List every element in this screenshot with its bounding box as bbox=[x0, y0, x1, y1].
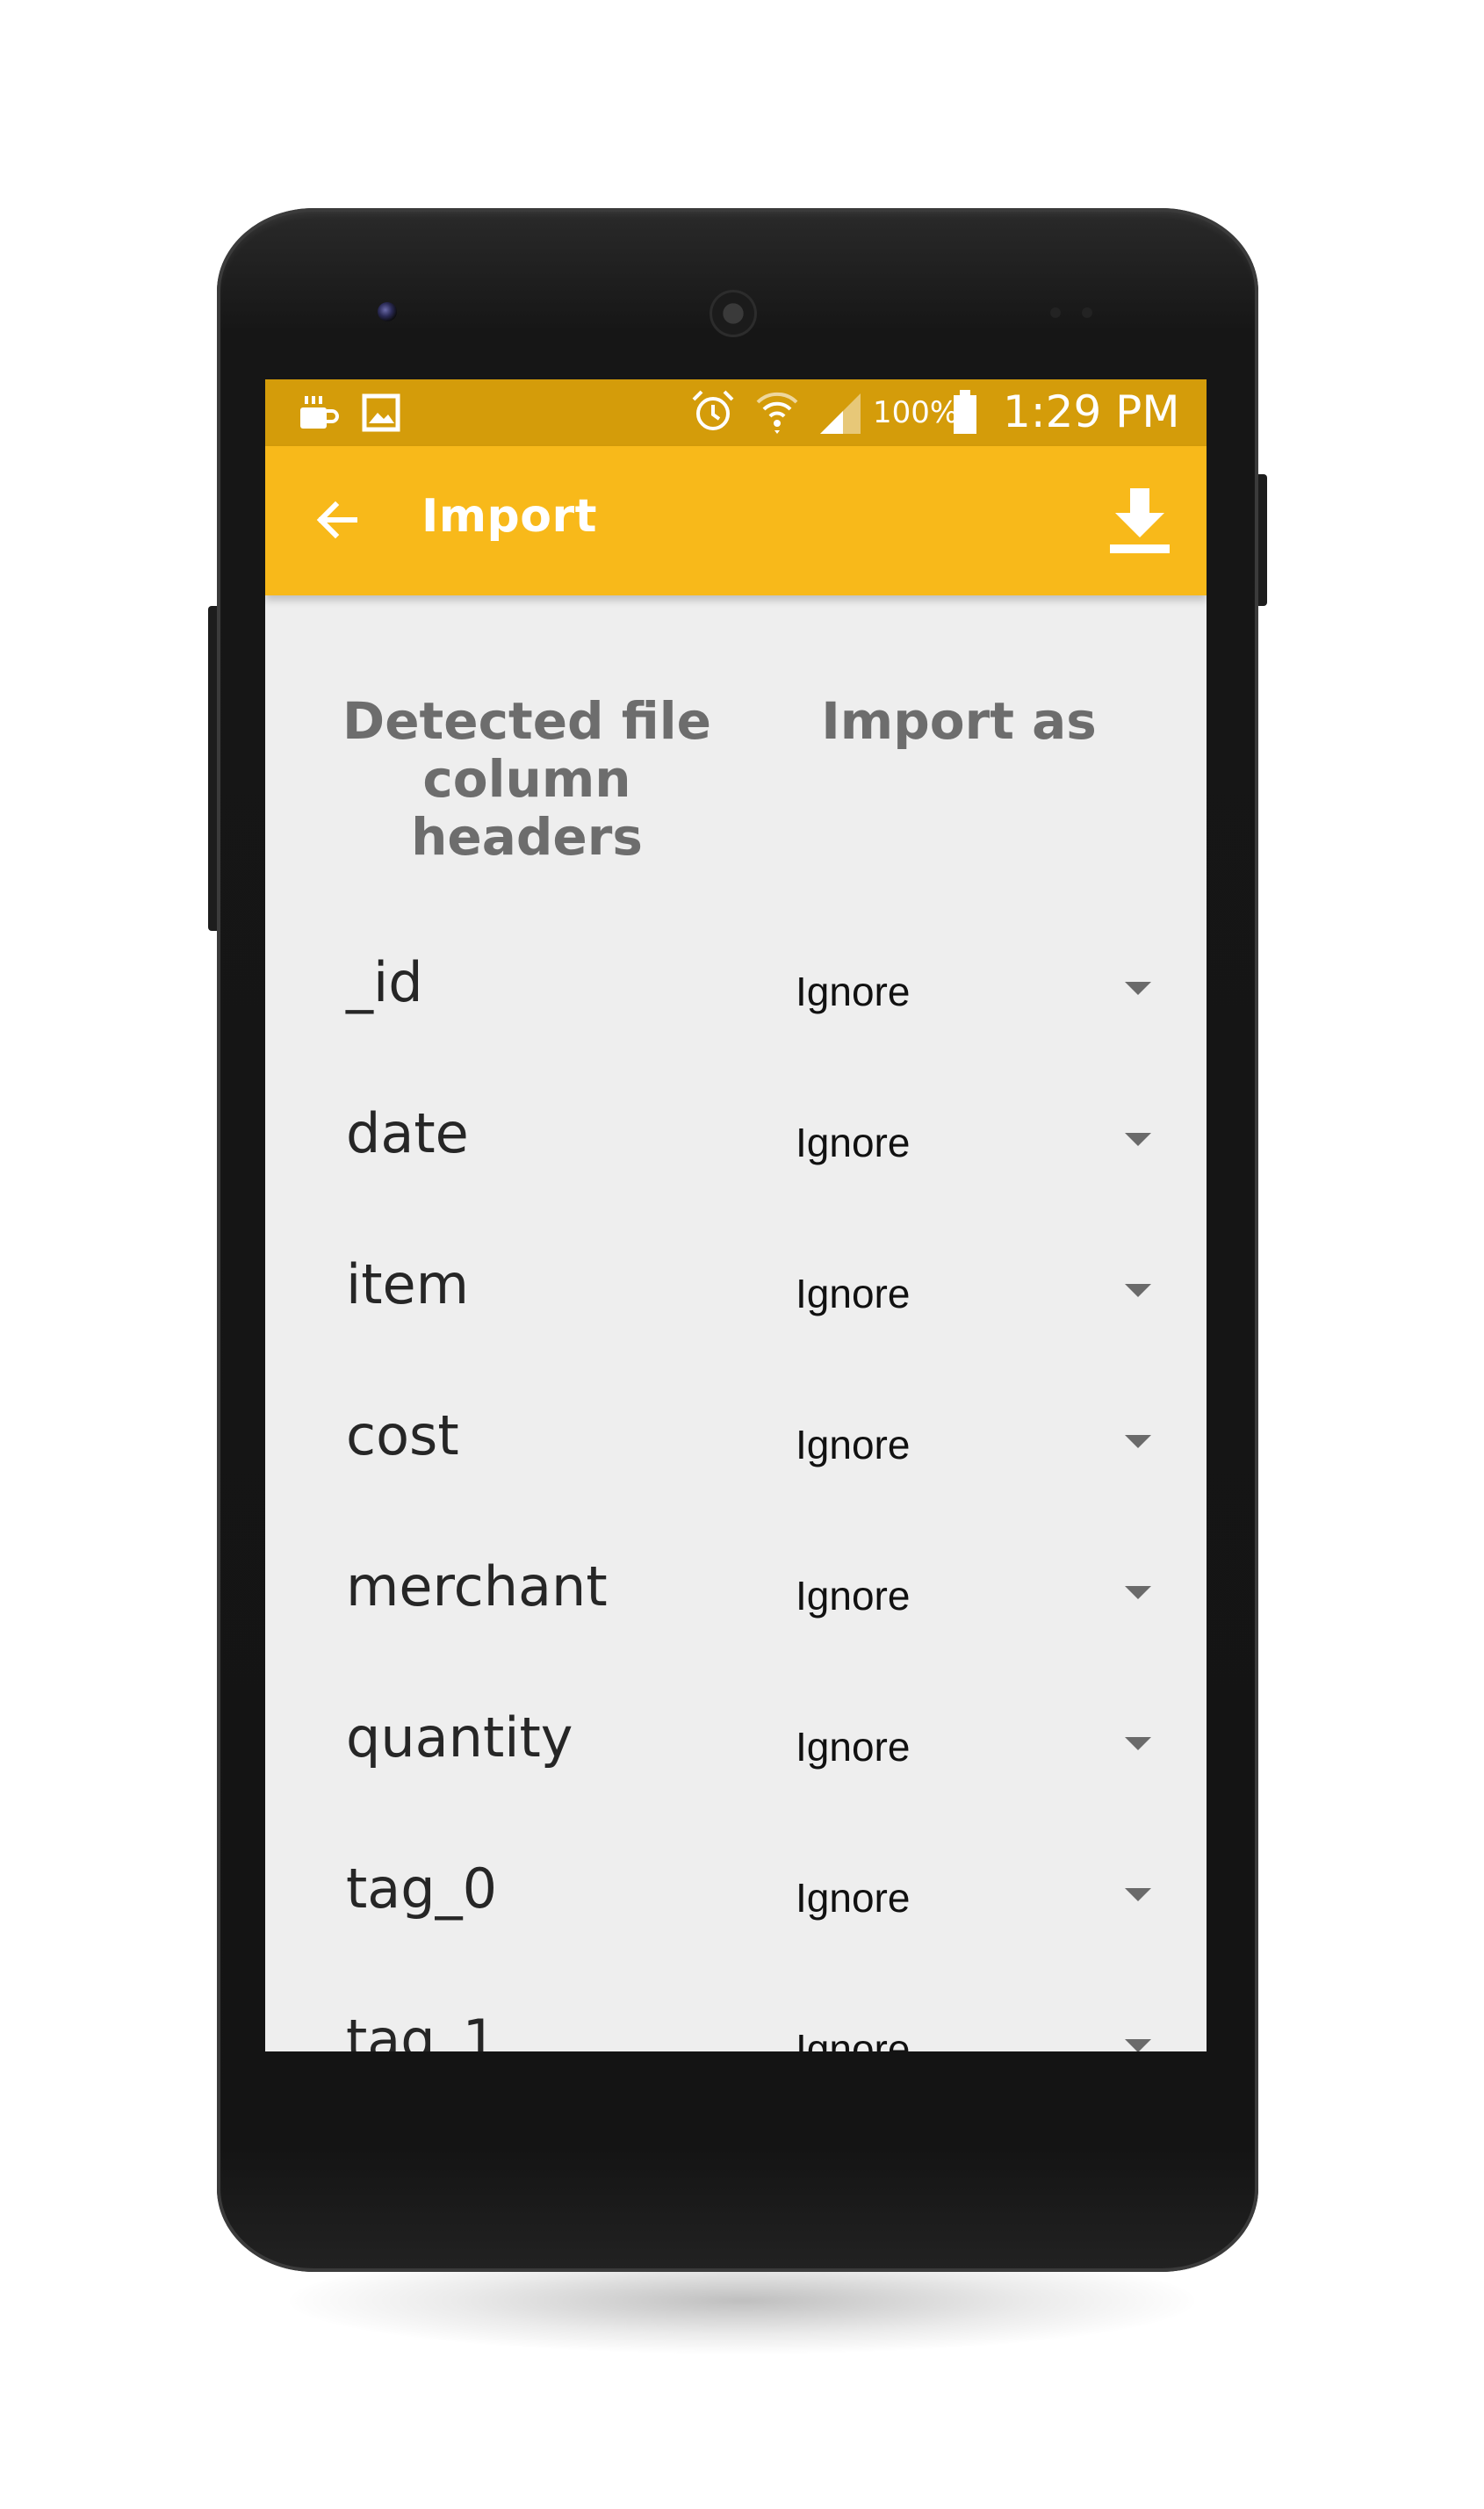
table-row: merchant Ignore bbox=[265, 1554, 1207, 1705]
table-row: date Ignore bbox=[265, 1101, 1207, 1252]
import-type-dropdown[interactable]: Ignore bbox=[796, 1874, 910, 1921]
battery-percent: 100% bbox=[873, 395, 959, 430]
caret-down-icon[interactable] bbox=[1125, 1586, 1151, 1599]
column-name: date bbox=[346, 1101, 469, 1165]
column-name: cost bbox=[346, 1403, 459, 1467]
import-type-dropdown[interactable]: Ignore bbox=[796, 1421, 910, 1468]
app-bar: Import bbox=[265, 446, 1207, 595]
column-name: item bbox=[346, 1252, 470, 1316]
earpiece-speaker bbox=[710, 290, 757, 337]
caret-down-icon[interactable] bbox=[1125, 982, 1151, 995]
table-row: _id Ignore bbox=[265, 950, 1207, 1101]
import-type-dropdown[interactable]: Ignore bbox=[796, 1572, 910, 1619]
header-line: Detected file bbox=[342, 691, 711, 751]
table-row: tag_1 Ignore bbox=[265, 2008, 1207, 2051]
table-row: tag_0 Ignore bbox=[265, 1857, 1207, 2008]
column-name: tag_1 bbox=[346, 2008, 498, 2051]
column-name: tag_0 bbox=[346, 1857, 498, 1921]
column-name: quantity bbox=[346, 1705, 573, 1770]
coffee-icon bbox=[300, 396, 339, 429]
header-line: headers bbox=[411, 807, 643, 867]
column-name: merchant bbox=[346, 1554, 608, 1619]
table-row: quantity Ignore bbox=[265, 1705, 1207, 1857]
import-type-dropdown[interactable]: Ignore bbox=[796, 1723, 910, 1770]
wifi-icon bbox=[756, 392, 798, 434]
light-sensor bbox=[1082, 307, 1092, 318]
front-camera bbox=[378, 302, 397, 321]
page-title: Import bbox=[421, 490, 597, 543]
proximity-sensor bbox=[1050, 307, 1061, 318]
import-type-dropdown[interactable]: Ignore bbox=[796, 1119, 910, 1166]
column-header-import-as: Import as bbox=[821, 691, 1097, 751]
download-icon[interactable] bbox=[1106, 485, 1173, 555]
table-row: item Ignore bbox=[265, 1252, 1207, 1403]
import-type-dropdown[interactable]: Ignore bbox=[796, 1270, 910, 1317]
status-bar: 100% 1:29 PM bbox=[265, 379, 1207, 446]
caret-down-icon[interactable] bbox=[1125, 1133, 1151, 1146]
battery-icon bbox=[954, 390, 976, 434]
clock: 1:29 PM bbox=[1003, 386, 1180, 437]
import-type-dropdown[interactable]: Ignore bbox=[796, 968, 910, 1015]
caret-down-icon[interactable] bbox=[1125, 1435, 1151, 1448]
alarm-icon bbox=[692, 390, 734, 430]
caret-down-icon[interactable] bbox=[1125, 1737, 1151, 1750]
header-line: column bbox=[422, 749, 631, 809]
phone-screen: 100% 1:29 PM Import Detected file column… bbox=[265, 379, 1207, 2051]
table-row: cost Ignore bbox=[265, 1403, 1207, 1554]
image-icon bbox=[362, 393, 400, 432]
caret-down-icon[interactable] bbox=[1125, 2039, 1151, 2051]
column-header-detected: Detected file column headers bbox=[342, 692, 711, 866]
signal-icon bbox=[820, 393, 861, 434]
import-type-dropdown[interactable]: Ignore bbox=[796, 2025, 910, 2051]
caret-down-icon[interactable] bbox=[1125, 1284, 1151, 1297]
caret-down-icon[interactable] bbox=[1125, 1888, 1151, 1901]
arrow-left-icon[interactable] bbox=[311, 494, 364, 546]
column-name: _id bbox=[346, 950, 423, 1014]
